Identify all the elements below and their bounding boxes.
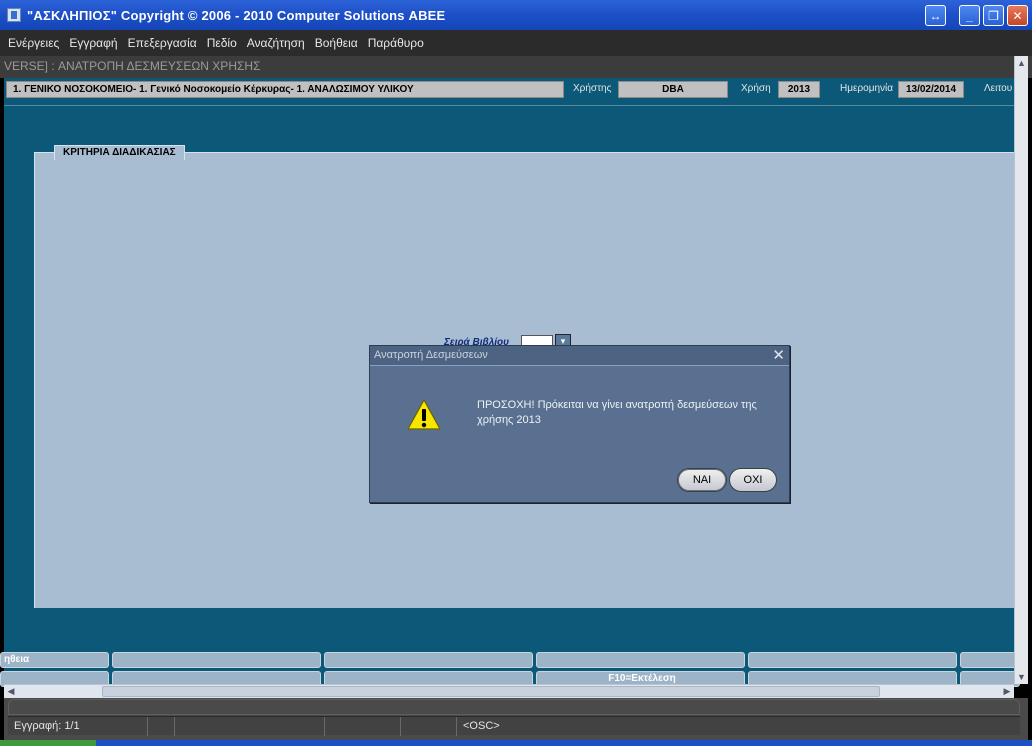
scroll-left-icon[interactable]: ◀ — [4, 685, 18, 698]
status-cell — [175, 717, 325, 736]
horizontal-scroll-thumb[interactable] — [102, 686, 880, 697]
form-title: VERSE] : ΑΝΑΤΡΟΠΗ ΔΕΣΜΕΥΣΕΩΝ ΧΡΗΣΗΣ — [0, 56, 1032, 78]
user-field: DBA — [618, 81, 728, 98]
fn-key-help[interactable]: ηθεια — [0, 652, 109, 668]
year-label: Χρήση — [741, 83, 771, 94]
minimize-button[interactable]: _ — [959, 5, 980, 26]
no-button[interactable]: ΟΧΙ — [729, 468, 777, 492]
dialog-message-line2: χρήσης 2013 — [477, 414, 541, 426]
scroll-down-icon[interactable]: ▼ — [1015, 670, 1028, 684]
function-key-area: ηθεια F10=Εκτέλεση — [0, 646, 1020, 687]
message-line — [8, 699, 1020, 715]
fn-key[interactable] — [112, 652, 321, 668]
menu-field[interactable]: Πεδίο — [207, 36, 237, 50]
dialog-close-icon[interactable]: ✕ — [772, 347, 785, 364]
status-cell — [148, 717, 175, 736]
start-button[interactable] — [0, 740, 96, 746]
window-title-bar: "ΑΣΚΛΗΠΙΟΣ" Copyright © 2006 - 2010 Comp… — [0, 0, 1032, 30]
user-label: Χρήστης — [573, 83, 612, 94]
status-bar: Εγγραφή: 1/1 <OSC> — [8, 716, 1020, 736]
dialog-message-line1: ΠΡΟΣΟΧΗ! Πρόκειται να γίνει ανατροπή δεσ… — [477, 399, 757, 411]
scroll-right-icon[interactable]: ▶ — [1000, 685, 1014, 698]
horizontal-scrollbar[interactable]: ◀ ▶ — [4, 684, 1014, 698]
taskbar — [0, 740, 1032, 746]
fn-key[interactable] — [536, 652, 745, 668]
window-controls: ↔ _ ❐ ✕ — [925, 5, 1028, 26]
reversal-dialog: Ανατροπή Δεσμεύσεων ✕ ΠΡΟΣΟΧΗ! Πρόκειται… — [369, 345, 790, 503]
yes-button[interactable]: ΝΑΙ — [677, 468, 727, 492]
menu-actions[interactable]: Ενέργειες — [8, 36, 59, 50]
record-counter: Εγγραφή: 1/1 — [8, 717, 148, 736]
resize-width-button[interactable]: ↔ — [925, 5, 946, 26]
fn-key[interactable] — [748, 652, 957, 668]
app-icon — [7, 8, 21, 22]
fn-key[interactable] — [324, 652, 533, 668]
date-label: Ημερομηνία — [840, 83, 894, 94]
dialog-title: Ανατροπή Δεσμεύσεων — [374, 349, 488, 361]
warning-icon — [407, 399, 441, 430]
close-button[interactable]: ✕ — [1007, 5, 1028, 26]
maximize-button[interactable]: ❐ — [983, 5, 1004, 26]
menu-window[interactable]: Παράθυρο — [368, 36, 424, 50]
menu-help[interactable]: Βοήθεια — [315, 36, 358, 50]
status-cell — [401, 717, 457, 736]
dialog-message: ΠΡΟΣΟΧΗ! Πρόκειται να γίνει ανατροπή δεσ… — [477, 398, 782, 428]
extra-label: Λειτου — [984, 83, 1013, 94]
status-cell — [325, 717, 401, 736]
menu-record[interactable]: Εγγραφή — [69, 36, 117, 50]
menu-edit[interactable]: Επεξεργασία — [128, 36, 197, 50]
vertical-scrollbar[interactable]: ▲ ▼ — [1014, 56, 1028, 684]
year-field: 2013 — [778, 81, 820, 98]
window-title: "ΑΣΚΛΗΠΙΟΣ" Copyright © 2006 - 2010 Comp… — [27, 7, 446, 23]
header-info-bar: 1. ΓΕΝΙΚΟ ΝΟΣΟΚΟΜΕΙΟ- 1. Γενικό Νοσοκομε… — [4, 78, 1014, 102]
mode-indicator: <OSC> — [463, 720, 500, 732]
scroll-up-icon[interactable]: ▲ — [1015, 56, 1028, 70]
canvas-divider — [4, 105, 1014, 106]
criteria-panel-tab: ΚΡΙΤΗΡΙΑ ΔΙΑΔΙΚΑΣΙΑΣ — [54, 145, 185, 160]
menu-search[interactable]: Αναζήτηση — [247, 36, 305, 50]
hospital-field: 1. ΓΕΝΙΚΟ ΝΟΣΟΚΟΜΕΙΟ- 1. Γενικό Νοσοκομε… — [6, 81, 564, 98]
fn-key[interactable] — [960, 652, 1020, 668]
dialog-title-bar: Ανατροπή Δεσμεύσεων ✕ — [370, 346, 789, 366]
date-field: 13/02/2014 — [898, 81, 964, 98]
menu-bar: Ενέργειες Εγγραφή Επεξεργασία Πεδίο Αναζ… — [0, 30, 1032, 56]
